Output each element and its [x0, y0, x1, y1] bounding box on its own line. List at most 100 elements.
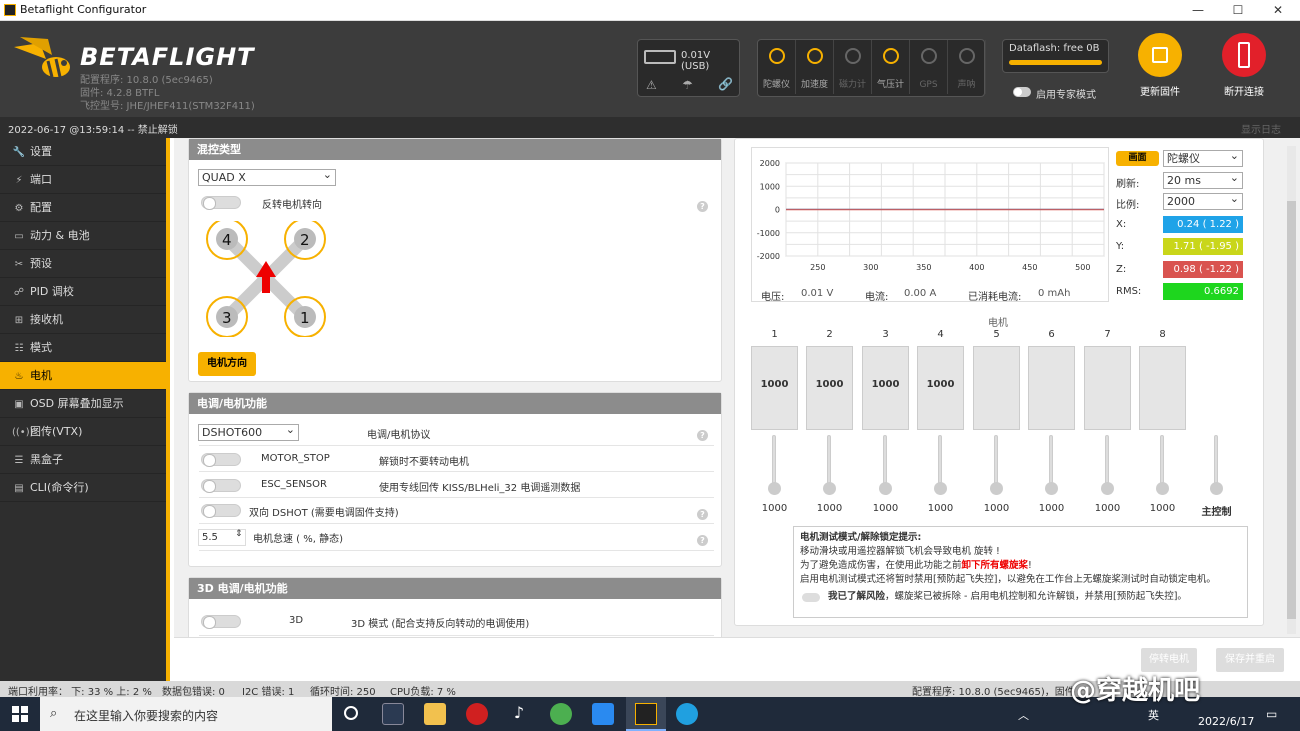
y-tick-label: -2000: [757, 252, 780, 261]
file-explorer-icon[interactable]: [424, 703, 446, 725]
motor-direction-button[interactable]: 电机方向: [198, 352, 256, 376]
arming-status: 2022-06-17 @13:59:14 -- 禁止解锁: [8, 125, 178, 136]
refresh-select[interactable]: 20 ms: [1163, 170, 1243, 189]
y-label: Y:: [1116, 241, 1125, 252]
esc-protocol-label: 电调/电机协议: [367, 430, 431, 441]
help-icon[interactable]: ?: [697, 535, 708, 546]
graph-canvas: 2000 1000 0 -1000 -2000 250 300 350 400 450 500: [757, 159, 1105, 272]
motor-slider-knob[interactable]: [990, 482, 1003, 495]
tray-up-icon[interactable]: ︿: [1018, 707, 1029, 723]
chrome-icon[interactable]: [550, 703, 572, 725]
motor-slider-knob[interactable]: [934, 482, 947, 495]
motor-slider-knob[interactable]: [1101, 482, 1114, 495]
motor-slider-knob[interactable]: [768, 482, 781, 495]
sidebar-item-label: 模式: [30, 341, 52, 354]
graph-sensor-select[interactable]: 陀螺仪: [1163, 148, 1243, 167]
windows-start-icon[interactable]: [12, 706, 28, 722]
master-label: 主控制: [1201, 507, 1232, 518]
motor-slider-value: 1000: [983, 503, 1010, 514]
sensor-label: 磁力计: [838, 80, 866, 90]
minimize-button[interactable]: —: [1188, 2, 1208, 18]
sidebar-item-wrench[interactable]: 🔧 设置: [0, 138, 166, 166]
sidebar-item-vtx[interactable]: ((•))图传(VTX): [0, 418, 166, 446]
sensor-baro: 气压计: [872, 40, 910, 94]
tiktok-icon[interactable]: ♪: [508, 703, 530, 725]
mixer-panel: 混控类型 QUAD X 反转电机转向 ? 4 2 3 1 电机方向: [188, 138, 722, 382]
help-icon[interactable]: ?: [697, 201, 708, 212]
sidebar-item-plug[interactable]: ⚡ 端口: [0, 166, 166, 194]
save-reboot-button[interactable]: 保存并重启: [1216, 648, 1284, 672]
motor-stop-toggle[interactable]: [201, 453, 241, 467]
show-log-link[interactable]: 显示日志: [1241, 121, 1281, 136]
sidebar-item-receiver[interactable]: ⊞ 接收机: [0, 306, 166, 334]
betaflight-taskbar-item[interactable]: [626, 697, 666, 731]
betaflight-logo-icon: [14, 37, 70, 78]
esc-protocol-select[interactable]: DSHOT600: [198, 422, 299, 441]
sidebar-item-blackbox[interactable]: ☰ 黑盒子: [0, 446, 166, 474]
sensor-label: 声呐: [957, 80, 976, 90]
sidebar-item-motor[interactable]: ♨ 电机: [0, 362, 166, 390]
expert-mode-toggle[interactable]: [1013, 87, 1031, 97]
y-tick-label: 0: [775, 206, 780, 215]
scale-select[interactable]: 2000: [1163, 191, 1243, 210]
esc-sensor-toggle[interactable]: [201, 479, 241, 493]
scrollbar[interactable]: [1287, 146, 1296, 634]
vtx-icon: ((•)): [12, 427, 34, 438]
netease-music-icon[interactable]: [466, 703, 488, 725]
sidebar-item-label: 电机: [30, 369, 52, 382]
motor-slider-value: 1000: [1094, 503, 1121, 514]
sidebar-item-osd[interactable]: ▣ OSD 屏幕叠加显示: [0, 390, 166, 418]
taskbar-search[interactable]: ⌕ 在这里输入你要搜索的内容: [40, 697, 332, 731]
sidebar-item-label: OSD 屏幕叠加显示: [30, 397, 124, 410]
x-tick-label: 300: [863, 263, 878, 272]
feishu-icon[interactable]: [592, 703, 614, 725]
watermark: @穿越机吧: [1070, 676, 1201, 706]
motor-label-1: 1: [300, 309, 310, 327]
disconnect-button[interactable]: 断开连接: [1214, 33, 1274, 98]
refresh-label: 刷新:: [1116, 179, 1140, 190]
3d-toggle[interactable]: [201, 615, 241, 629]
app-icon[interactable]: [676, 703, 698, 725]
notification-icon[interactable]: ▭: [1266, 707, 1277, 721]
close-button[interactable]: ✕: [1268, 2, 1288, 18]
motor-slider-knob[interactable]: [879, 482, 892, 495]
sensor-panel: 陀螺仪 加速度 磁力计 气压计 GPS 声呐: [757, 39, 986, 97]
mag-icon: [845, 48, 861, 64]
sidebar-item-battery[interactable]: ▭ 动力 & 电池: [0, 222, 166, 250]
master-slider-knob[interactable]: [1210, 482, 1223, 495]
x-value: 0.24 ( 1.22 ): [1163, 216, 1243, 233]
chip-icon: [1138, 33, 1182, 77]
sidebar-item-gear[interactable]: ⚙ 配置: [0, 194, 166, 222]
mixer-select[interactable]: QUAD X: [198, 167, 336, 186]
motor-slider-knob[interactable]: [823, 482, 836, 495]
ack-toggle[interactable]: [802, 593, 820, 602]
ime-language[interactable]: 英: [1148, 707, 1159, 723]
wrench-icon: 🔧: [12, 147, 26, 158]
task-view-icon[interactable]: [344, 706, 358, 720]
motor-icon: ♨: [14, 371, 24, 382]
osd-icon: ▣: [14, 399, 24, 410]
sidebar-item-cli[interactable]: ▤ CLI(命令行): [0, 474, 166, 502]
help-icon[interactable]: ?: [697, 430, 708, 441]
help-icon[interactable]: ?: [697, 509, 708, 520]
spinner-icon[interactable]: ⇕: [235, 529, 243, 539]
sidebar-item-label: 接收机: [30, 313, 63, 326]
bidir-dshot-toggle[interactable]: [201, 504, 241, 518]
motor-slider-knob[interactable]: [1045, 482, 1058, 495]
port-usage: 端口利用率： 下: 33 % 上: 2 %: [8, 687, 152, 698]
link-icon[interactable]: 🔗: [718, 77, 733, 91]
motor-slider-knob[interactable]: [1156, 482, 1169, 495]
taskbar-app-icon[interactable]: [382, 703, 404, 725]
update-firmware-button[interactable]: 更新固件: [1130, 33, 1190, 98]
graph-select-button[interactable]: 画面: [1116, 151, 1159, 166]
battery-icon: ▭: [14, 231, 24, 242]
reverse-motor-toggle[interactable]: [201, 196, 241, 210]
maximize-button[interactable]: ☐: [1228, 2, 1248, 18]
stop-motors-button[interactable]: 停转电机: [1141, 648, 1197, 672]
sidebar-item-tools[interactable]: ✂ 预设: [0, 250, 166, 278]
sidebar-item-modes[interactable]: ☷ 模式: [0, 334, 166, 362]
packet-errors: 数据包错误: 0: [162, 687, 225, 698]
z-label: Z:: [1116, 264, 1127, 275]
sidebar-item-pid[interactable]: ☍ PID 调校: [0, 278, 166, 306]
current-value: 0.00 A: [904, 288, 937, 299]
